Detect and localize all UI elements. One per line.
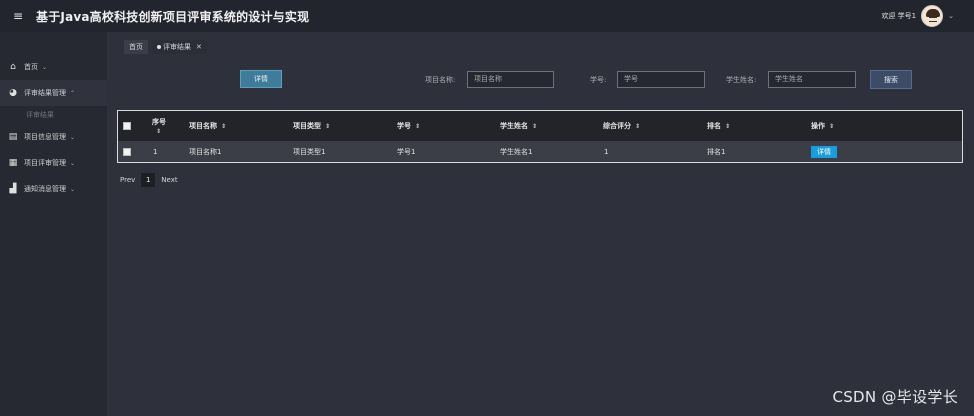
- select-all-checkbox[interactable]: [123, 122, 131, 130]
- sort-icon[interactable]: ⇕: [325, 123, 330, 130]
- table-header: 序号 ⇕ 项目名称 ⇕ 项目类型 ⇕ 学号 ⇕ 学生姓名 ⇕ 综合评分 ⇕ 排名 ⇕ 操作 ⇕: [118, 111, 962, 141]
- top-bar: ≡ 基于Java高校科技创新项目评审系统的设计与实现 欢迎 学号1 ⌄: [0, 0, 974, 32]
- folder-icon: ▤: [8, 132, 18, 142]
- search-button[interactable]: 搜索: [870, 70, 912, 89]
- column-header-label: 项目名称: [189, 122, 217, 130]
- pie-icon: ◕: [9, 88, 17, 98]
- student-id-input[interactable]: [617, 71, 705, 88]
- home-icon: ⌂: [10, 62, 16, 72]
- sort-icon[interactable]: ⇕: [532, 123, 537, 130]
- sidebar-item-label: 项目评审管理: [24, 159, 66, 167]
- sidebar-item-label: 评审结果管理: [24, 89, 66, 97]
- building-icon: ▟: [9, 184, 17, 194]
- column-header-score[interactable]: 综合评分 ⇕: [603, 111, 640, 141]
- sort-icon[interactable]: ⇕: [156, 128, 161, 135]
- column-header-label: 序号: [152, 118, 166, 126]
- sort-icon[interactable]: ⇕: [725, 123, 730, 130]
- row-detail-button[interactable]: 详情: [811, 145, 837, 158]
- sort-icon[interactable]: ⇕: [221, 123, 226, 130]
- cell-rank: 排名1: [707, 147, 726, 156]
- cell-project-name: 项目名称1: [189, 147, 222, 156]
- chevron-up-icon: ⌃: [70, 89, 76, 97]
- cell-student-id: 学号1: [397, 147, 416, 156]
- project-name-label: 项目名称:: [425, 76, 456, 84]
- cell-project-type: 项目类型1: [293, 147, 326, 156]
- next-page-link[interactable]: Next: [161, 176, 177, 184]
- sidebar: ⌂ 首页 ⌄ ◕ 评审结果管理 ⌃ 评审结果 ▤ 项目信息管理 ⌄ ▦ 项目评审…: [0, 32, 107, 416]
- avatar[interactable]: [921, 5, 944, 27]
- menu-icon[interactable]: ≡: [0, 9, 36, 23]
- sidebar-item-project-info[interactable]: ▤ 项目信息管理 ⌄: [0, 124, 107, 150]
- tab-bar: 首页 评审结果 ✕: [124, 40, 207, 54]
- grid-icon: ▦: [8, 158, 18, 168]
- tab-label: 评审结果: [163, 43, 191, 51]
- tab-home[interactable]: 首页: [124, 40, 148, 54]
- sidebar-item-label: 通知消息管理: [24, 185, 66, 193]
- student-name-label: 学生姓名:: [726, 76, 757, 84]
- column-header-label: 排名: [707, 122, 721, 130]
- sidebar-subitem-review-results[interactable]: 评审结果: [0, 106, 107, 124]
- app-title: 基于Java高校科技创新项目评审系统的设计与实现: [36, 9, 310, 24]
- column-header-project-type[interactable]: 项目类型 ⇕: [293, 111, 330, 141]
- cell-actions: 详情: [811, 141, 837, 162]
- select-all-checkbox-cell: [123, 111, 131, 141]
- close-icon[interactable]: ✕: [196, 43, 202, 51]
- page-number-current[interactable]: 1: [141, 173, 156, 187]
- prev-page-link[interactable]: Prev: [120, 176, 135, 184]
- tab-review-results[interactable]: 评审结果 ✕: [152, 40, 207, 54]
- chevron-down-icon: ⌄: [70, 185, 76, 193]
- chevron-down-icon: ⌄: [70, 159, 76, 167]
- detail-button[interactable]: 详情: [240, 70, 282, 88]
- chevron-down-icon: ⌄: [70, 133, 76, 141]
- column-header-actions[interactable]: 操作 ⇕: [811, 111, 834, 141]
- column-header-student-id[interactable]: 学号 ⇕: [397, 111, 420, 141]
- watermark: CSDN @毕设学长: [832, 388, 958, 406]
- active-dot-icon: [157, 45, 161, 49]
- welcome-text: 欢迎 学号1: [881, 12, 917, 20]
- column-header-label: 综合评分: [603, 122, 631, 130]
- column-header-rank[interactable]: 排名 ⇕: [707, 111, 730, 141]
- sort-icon[interactable]: ⇕: [829, 123, 834, 130]
- sidebar-item-project-review[interactable]: ▦ 项目评审管理 ⌄: [0, 150, 107, 176]
- chevron-down-icon: ⌄: [42, 63, 48, 71]
- cell-student-name: 学生姓名1: [500, 147, 533, 156]
- student-id-label: 学号:: [590, 76, 607, 84]
- sidebar-item-review-results[interactable]: ◕ 评审结果管理 ⌃: [0, 80, 107, 106]
- column-header-seq[interactable]: 序号 ⇕: [152, 111, 166, 141]
- column-header-label: 操作: [811, 122, 825, 130]
- column-header-project-name[interactable]: 项目名称 ⇕: [189, 111, 226, 141]
- user-menu[interactable]: 欢迎 学号1 ⌄: [881, 3, 954, 29]
- sort-icon[interactable]: ⇕: [415, 123, 420, 130]
- column-header-student-name[interactable]: 学生姓名 ⇕: [500, 111, 537, 141]
- sidebar-item-notifications[interactable]: ▟ 通知消息管理 ⌄: [0, 176, 107, 202]
- chevron-down-icon[interactable]: ⌄: [948, 12, 954, 20]
- row-checkbox-cell: [123, 141, 131, 162]
- column-header-label: 学生姓名: [500, 122, 528, 130]
- table-row[interactable]: 1 项目名称1 项目类型1 学号1 学生姓名1 1 排名1 详情: [118, 141, 962, 162]
- cell-score: 1: [604, 147, 609, 156]
- cell-seq: 1: [153, 147, 158, 156]
- sidebar-item-label: 项目信息管理: [24, 133, 66, 141]
- project-name-input[interactable]: [467, 71, 554, 88]
- column-header-label: 学号: [397, 122, 411, 130]
- row-checkbox[interactable]: [123, 147, 131, 156]
- pagination: Prev 1 Next: [120, 173, 178, 187]
- sort-icon[interactable]: ⇕: [635, 123, 640, 130]
- student-name-input[interactable]: [768, 71, 856, 88]
- sidebar-item-label: 首页: [24, 63, 38, 71]
- sidebar-item-home[interactable]: ⌂ 首页 ⌄: [0, 54, 107, 80]
- results-table: 序号 ⇕ 项目名称 ⇕ 项目类型 ⇕ 学号 ⇕ 学生姓名 ⇕ 综合评分 ⇕ 排名 ⇕ 操作 ⇕…: [117, 110, 963, 163]
- column-header-label: 项目类型: [293, 122, 321, 130]
- tab-label: 首页: [129, 43, 143, 51]
